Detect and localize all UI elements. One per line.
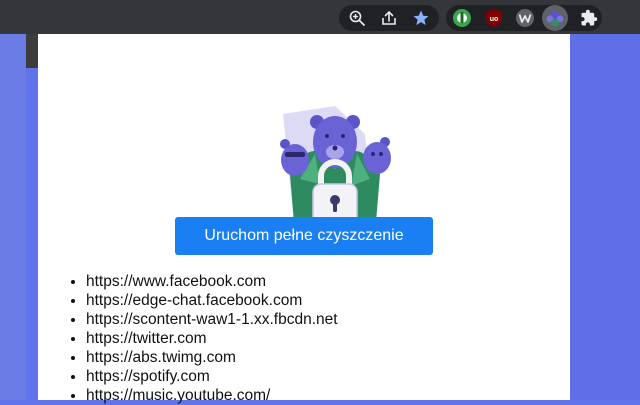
list-item: https://www.facebook.com [86, 272, 338, 291]
page-background-left [0, 0, 26, 400]
extension-green-icon[interactable] [451, 7, 473, 29]
share-icon[interactable] [378, 7, 400, 29]
zoom-icon[interactable] [346, 7, 368, 29]
list-item: https://spotify.com [86, 367, 338, 386]
browser-toolbar: uo [0, 0, 640, 34]
extension-popup: Uruchom pełne czyszczenie https://www.fa… [38, 34, 570, 404]
list-item: https://music.youtube.com/ [86, 386, 338, 405]
bookmark-star-icon[interactable] [410, 7, 432, 29]
list-item: https://abs.twimg.com [86, 348, 338, 367]
list-item: https://edge-chat.facebook.com [86, 291, 338, 310]
ublock-icon[interactable]: uo [483, 7, 505, 29]
svg-text:uo: uo [490, 16, 499, 23]
extensions-puzzle-icon[interactable] [578, 7, 600, 29]
full-cleanup-button[interactable]: Uruchom pełne czyszczenie [175, 217, 433, 255]
list-item: https://twitter.com [86, 329, 338, 348]
list-item: https://scontent-waw1-1.xx.fbcdn.net [86, 310, 338, 329]
bears-lock-illustration [265, 74, 405, 234]
site-url-list: https://www.facebook.com https://edge-ch… [66, 272, 338, 405]
extension-w-icon[interactable] [514, 7, 536, 29]
bears-extension-icon[interactable] [542, 5, 568, 31]
page-background-right [570, 34, 640, 400]
